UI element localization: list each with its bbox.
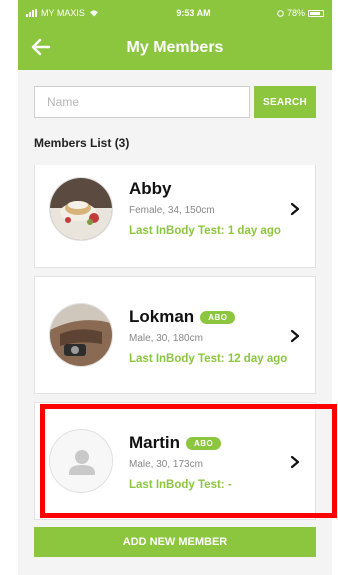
member-avatar: [49, 177, 113, 241]
default-person-icon: [50, 430, 112, 492]
carrier-label: MY MAXIS: [41, 8, 85, 18]
member-avatar: [49, 429, 113, 493]
member-last-test: Last InBody Test: 1 day ago: [129, 225, 281, 237]
signal-icon: [26, 9, 37, 17]
members-list-title: Members List (3): [34, 136, 130, 150]
member-details: Male, 30, 173cm: [129, 459, 203, 470]
status-right: 78%: [277, 8, 324, 18]
member-card-lokman[interactable]: Lokman ABO Male, 30, 180cm Last InBody T…: [34, 276, 316, 394]
chevron-right-icon: [290, 455, 300, 469]
status-left: MY MAXIS: [26, 8, 136, 18]
wifi-icon: [89, 10, 98, 17]
alarm-icon: [277, 9, 284, 17]
back-arrow-icon[interactable]: [30, 36, 52, 58]
battery-icon: [308, 9, 324, 17]
photo-food-icon: [50, 178, 112, 240]
member-last-test: Last InBody Test: -: [129, 479, 232, 491]
abo-badge: ABO: [186, 436, 222, 450]
app-header: My Members: [18, 26, 332, 70]
member-details: Male, 30, 180cm: [129, 333, 203, 344]
battery-percent: 78%: [286, 8, 305, 18]
member-name: Abby: [129, 179, 172, 199]
search-row: SEARCH: [34, 86, 316, 118]
chevron-right-icon: [290, 202, 300, 216]
status-bar: MY MAXIS 9:53 AM 78%: [18, 0, 332, 26]
page-title: My Members: [126, 39, 224, 56]
member-card-martin[interactable]: Martin ABO Male, 30, 173cm Last InBody T…: [34, 402, 316, 520]
member-last-test: Last InBody Test: 12 day ago: [129, 353, 288, 365]
phone-screen: MY MAXIS 9:53 AM 78% My Members SEARCH M…: [18, 0, 332, 575]
search-button[interactable]: SEARCH: [254, 86, 316, 118]
member-name-text: Abby: [129, 179, 172, 198]
member-card-abby[interactable]: Abby Female, 34, 150cm Last InBody Test:…: [34, 165, 316, 268]
member-name: Lokman ABO: [129, 307, 236, 327]
chevron-right-icon: [290, 329, 300, 343]
photo-car-interior-icon: [50, 304, 112, 366]
add-new-member-button[interactable]: ADD NEW MEMBER: [34, 527, 316, 557]
member-name: Martin ABO: [129, 433, 222, 453]
abo-badge: ABO: [200, 310, 236, 324]
status-time: 9:53 AM: [176, 8, 211, 18]
member-name-text: Martin: [129, 433, 180, 452]
search-input[interactable]: [34, 86, 250, 118]
member-name-text: Lokman: [129, 307, 195, 326]
member-avatar: [49, 303, 113, 367]
member-details: Female, 34, 150cm: [129, 205, 215, 216]
